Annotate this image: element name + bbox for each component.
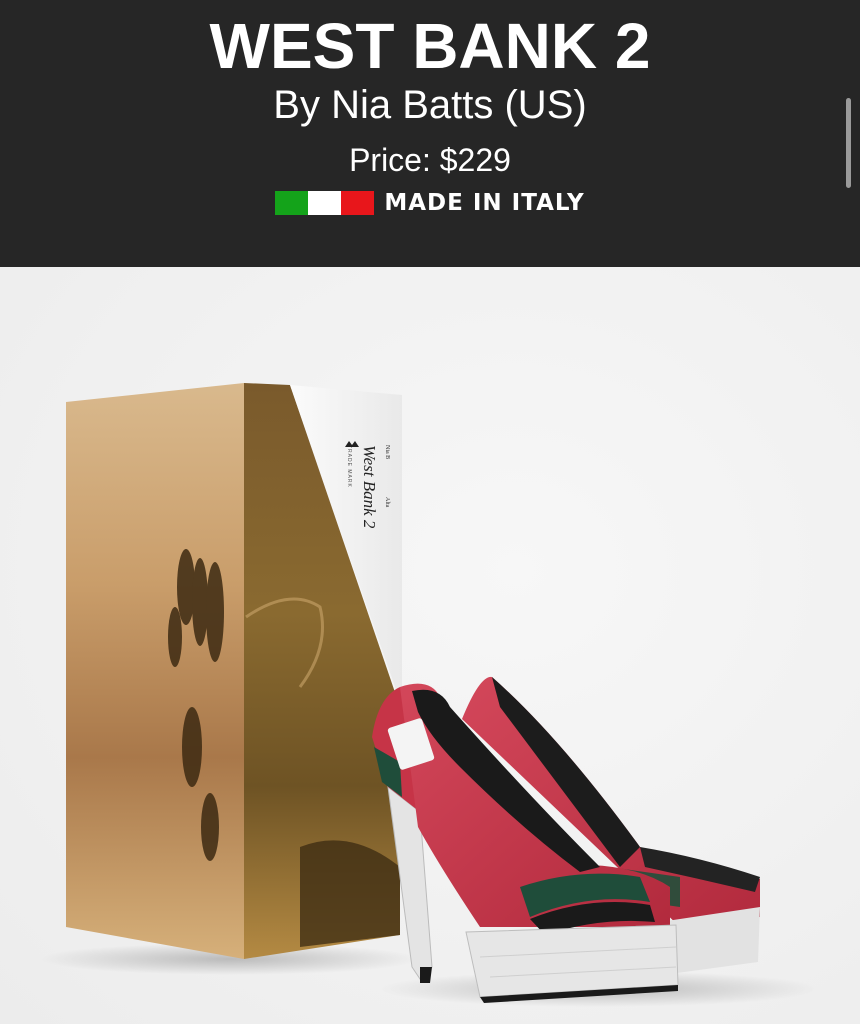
shoe-box: West Bank 2 Nia B Alta TRADE MARK — [66, 383, 402, 959]
svg-text:Nia B: Nia B — [384, 445, 390, 459]
box-side-panel — [66, 383, 244, 959]
flag-green-stripe — [275, 191, 309, 215]
product-price: Price: $229 — [349, 142, 511, 178]
flag-red-stripe — [341, 191, 375, 215]
product-title: WEST BANK 2 — [209, 10, 651, 82]
svg-text:Alta: Alta — [384, 497, 390, 508]
made-in-label: MADE IN ITALY — [384, 190, 585, 216]
front-shoe-platform — [465, 924, 679, 998]
svg-text:West Bank 2: West Bank 2 — [360, 445, 379, 529]
made-in-row: MADE IN ITALY — [0, 188, 860, 218]
designer-name: By Nia Batts (US) — [273, 83, 587, 127]
italy-flag-icon — [275, 191, 375, 215]
product-illustration: West Bank 2 Nia B Alta TRADE MARK — [40, 383, 820, 1007]
flag-white-stripe — [308, 191, 342, 215]
product-header: WEST BANK 2 By Nia Batts (US) Price: $22… — [0, 0, 860, 267]
product-image[interactable]: West Bank 2 Nia B Alta TRADE MARK — [0, 267, 860, 1024]
scrollbar-thumb[interactable] — [846, 98, 851, 188]
svg-text:TRADE MARK: TRADE MARK — [346, 445, 352, 488]
